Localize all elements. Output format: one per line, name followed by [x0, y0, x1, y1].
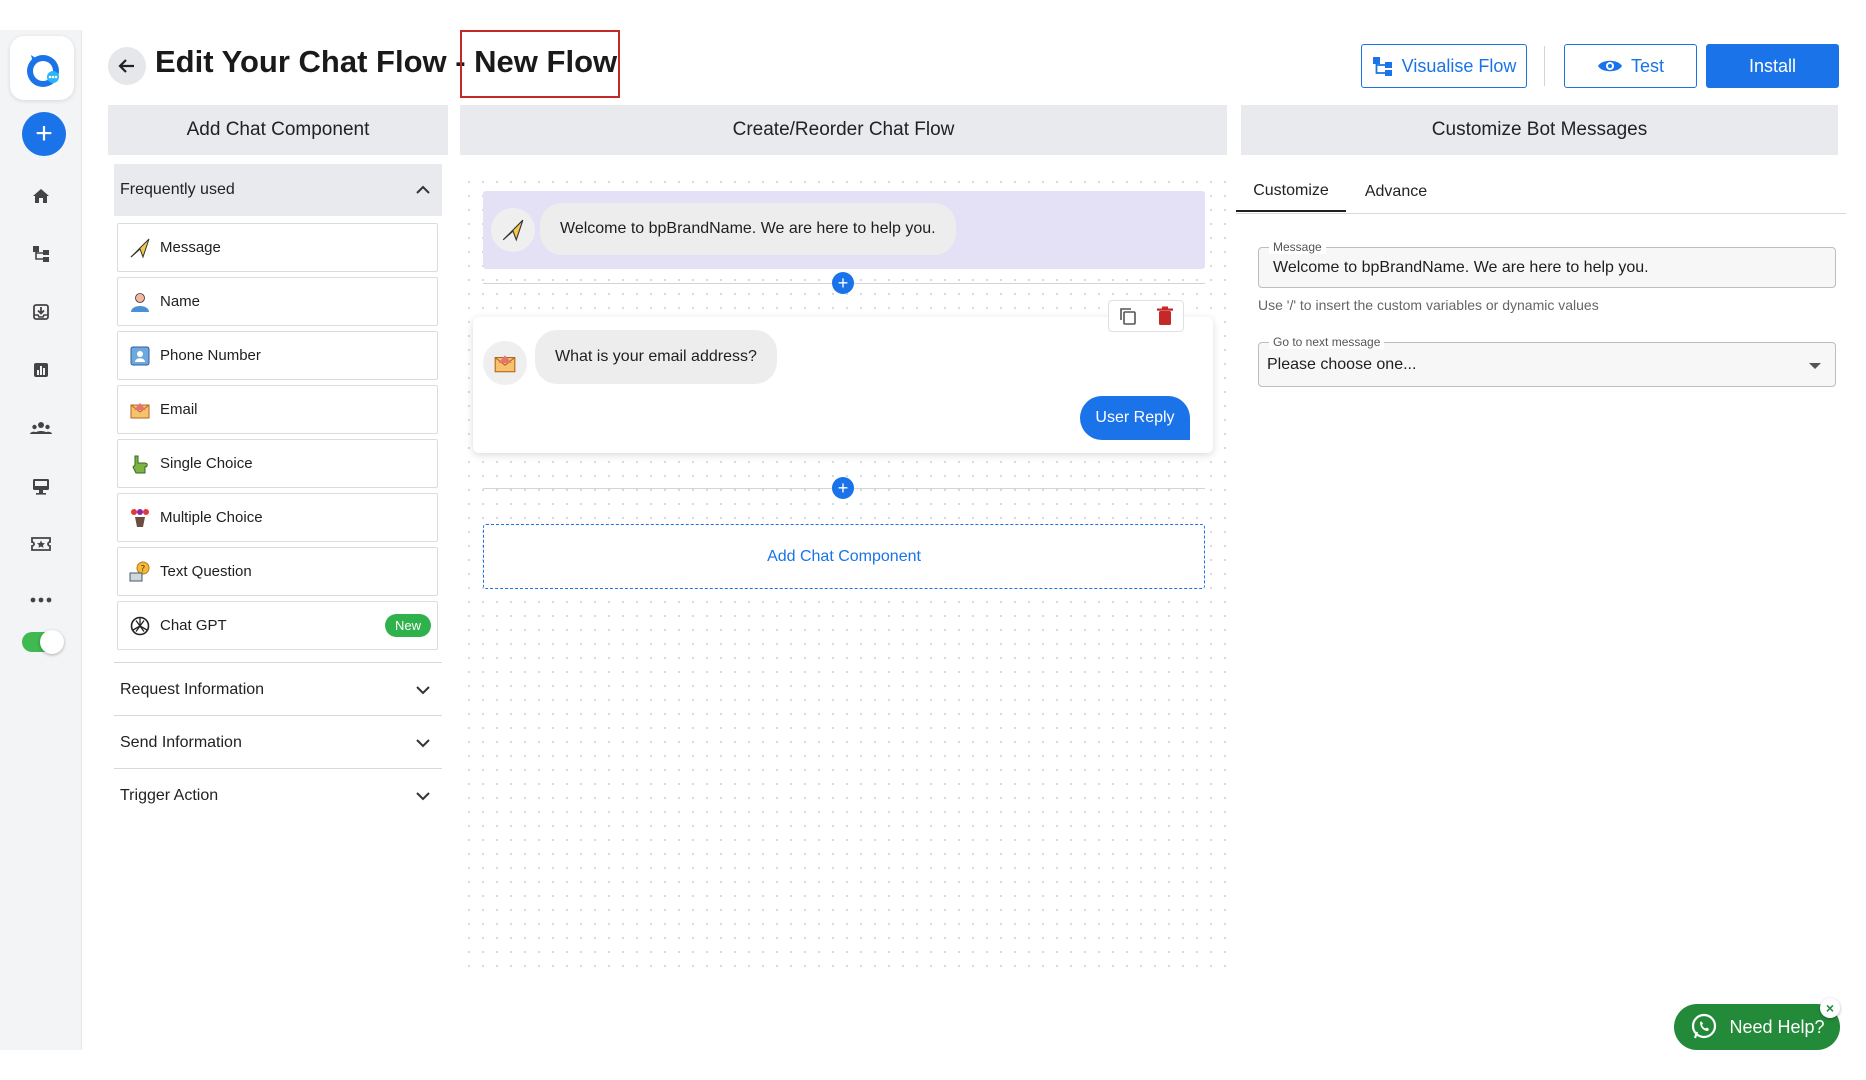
need-help-button[interactable]: Need Help?: [1674, 1004, 1840, 1050]
envelope-avatar-icon: [483, 341, 527, 385]
whatsapp-icon: [1692, 1013, 1717, 1039]
install-label: Install: [1748, 55, 1797, 76]
analytics-icon[interactable]: [27, 356, 55, 384]
request-information-toggle[interactable]: Request Information: [114, 664, 442, 716]
request-information-label: Request Information: [120, 681, 265, 698]
caret-down-icon: [1809, 363, 1821, 369]
frequently-used-label: Frequently used: [120, 181, 235, 198]
visualise-flow-button[interactable]: Visualise Flow: [1361, 44, 1527, 88]
component-chat-gpt[interactable]: Chat GPT New: [117, 601, 438, 650]
add-chat-component-dropzone[interactable]: Add Chat Component: [483, 524, 1205, 589]
component-email[interactable]: Email: [117, 385, 438, 434]
next-message-value: Please choose one...: [1267, 356, 1417, 373]
app-logo[interactable]: [10, 36, 74, 100]
welcome-message-card[interactable]: Welcome to bpBrandName. We are here to h…: [483, 191, 1205, 269]
create-reorder-flow-header: Create/Reorder Chat Flow: [460, 105, 1227, 155]
user-reply-button[interactable]: User Reply: [1080, 396, 1190, 440]
component-name-label: Name: [160, 293, 201, 310]
question-bubble-icon: ?: [128, 560, 152, 584]
insert-component-button[interactable]: +: [832, 477, 854, 499]
card-toolbar: [1108, 300, 1184, 332]
chevron-down-icon: [416, 686, 430, 695]
component-text-question[interactable]: ? Text Question: [117, 547, 438, 596]
desktop-icon[interactable]: [27, 472, 55, 500]
back-button[interactable]: [108, 47, 146, 85]
tabs-divider: [1236, 213, 1846, 214]
more-icon[interactable]: [27, 586, 55, 614]
header-divider: [1544, 46, 1545, 86]
message-field-value: Welcome to bpBrandName. We are here to h…: [1273, 259, 1649, 276]
component-message[interactable]: Message: [117, 223, 438, 272]
visualise-flow-label: Visualise Flow: [1401, 55, 1517, 76]
message-field-label: Message: [1269, 240, 1326, 254]
flow-builder-icon[interactable]: [27, 240, 55, 268]
bot-status-toggle[interactable]: [22, 630, 64, 654]
need-help-label: Need Help?: [1729, 1016, 1825, 1037]
message-field[interactable]: Message Welcome to bpBrandName. We are h…: [1258, 240, 1836, 288]
component-chat-gpt-label: Chat GPT: [160, 617, 227, 634]
install-button[interactable]: Install: [1706, 44, 1839, 88]
copy-icon[interactable]: [1118, 306, 1138, 326]
delete-icon[interactable]: [1156, 306, 1174, 326]
send-information-toggle[interactable]: Send Information: [114, 717, 442, 769]
component-single-choice[interactable]: Single Choice: [117, 439, 438, 488]
create-new-button[interactable]: +: [22, 112, 66, 156]
ticket-icon[interactable]: [27, 530, 55, 558]
frequently-used-toggle[interactable]: Frequently used: [114, 164, 442, 216]
chatgpt-icon: [128, 614, 152, 638]
component-name[interactable]: Name: [117, 277, 438, 326]
next-message-select[interactable]: Go to next message Please choose one...: [1258, 335, 1836, 387]
envelope-icon: [128, 398, 152, 422]
divider: [114, 662, 442, 663]
divider: [114, 768, 442, 769]
component-phone-number[interactable]: Phone Number: [117, 331, 438, 380]
tab-advance[interactable]: Advance: [1346, 172, 1446, 212]
message-avatar-icon: [491, 208, 535, 252]
eye-icon: [1597, 60, 1622, 72]
component-message-label: Message: [160, 239, 221, 256]
insert-component-button[interactable]: +: [832, 272, 854, 294]
component-text-question-label: Text Question: [160, 563, 252, 580]
tab-customize[interactable]: Customize: [1236, 172, 1346, 212]
chevron-up-icon: [416, 185, 430, 194]
test-button[interactable]: Test: [1564, 44, 1697, 88]
team-icon[interactable]: [27, 414, 55, 442]
customize-bot-messages-header: Customize Bot Messages: [1241, 105, 1838, 155]
component-multiple-choice-label: Multiple Choice: [160, 509, 263, 526]
chevron-down-icon: [416, 792, 430, 801]
trigger-action-toggle[interactable]: Trigger Action: [114, 770, 442, 822]
divider: [114, 715, 442, 716]
new-badge: New: [384, 614, 431, 637]
contact-card-icon: [128, 344, 152, 368]
test-label: Test: [1630, 55, 1664, 76]
chevron-down-icon: [416, 739, 430, 748]
person-icon: [128, 290, 152, 314]
component-email-label: Email: [160, 401, 198, 418]
component-multiple-choice[interactable]: Multiple Choice: [117, 493, 438, 542]
logo-icon: [27, 55, 59, 87]
add-chat-component-header: Add Chat Component: [108, 105, 448, 155]
pointing-hand-icon: [128, 452, 152, 476]
home-icon[interactable]: [27, 182, 55, 210]
component-phone-number-label: Phone Number: [160, 347, 261, 364]
next-message-label: Go to next message: [1269, 335, 1385, 349]
welcome-message-bubble: Welcome to bpBrandName. We are here to h…: [540, 203, 956, 255]
close-help-icon[interactable]: ×: [1820, 998, 1840, 1018]
sidebar: +: [0, 30, 82, 1050]
arrow-left-icon: [118, 59, 134, 73]
title-highlight-box: [460, 30, 620, 98]
paper-plane-icon: [128, 236, 152, 260]
variables-hint: Use '/' to insert the custom variables o…: [1258, 297, 1599, 313]
multiple-choice-icon: [128, 506, 152, 530]
component-single-choice-label: Single Choice: [160, 455, 253, 472]
trigger-action-label: Trigger Action: [120, 787, 219, 804]
email-question-bubble: What is your email address?: [535, 330, 777, 384]
send-information-label: Send Information: [120, 734, 242, 751]
inbox-icon[interactable]: [27, 298, 55, 326]
flow-diagram-icon: [1372, 57, 1392, 76]
